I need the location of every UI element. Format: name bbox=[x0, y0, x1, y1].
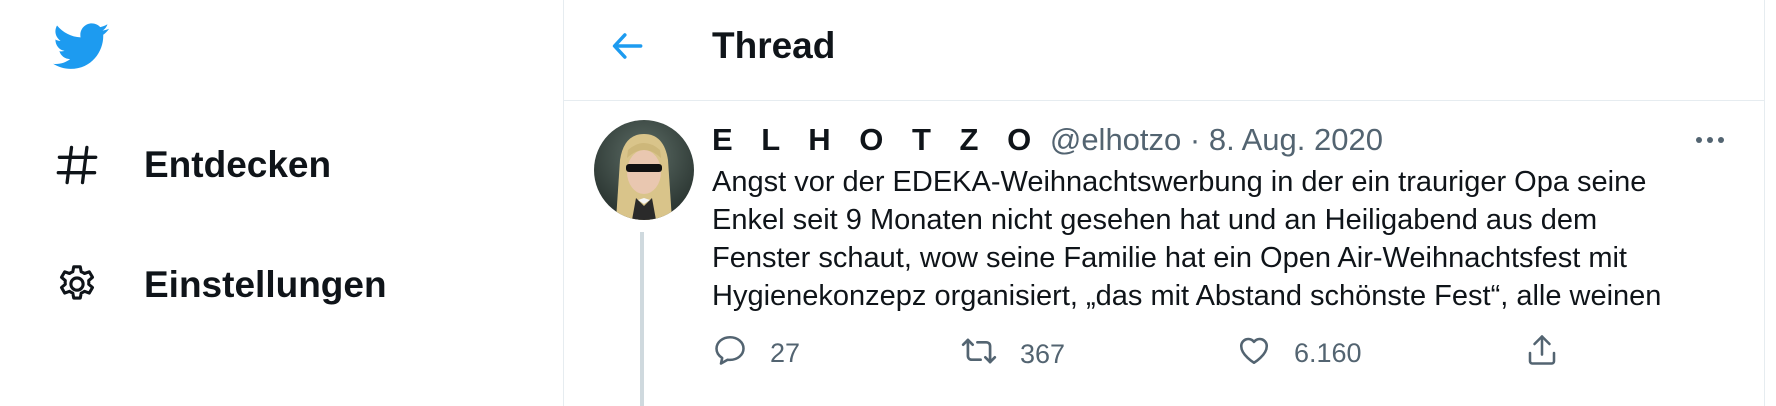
sidebar-item-label: Entdecken bbox=[144, 144, 332, 185]
like-count: 6.160 bbox=[1294, 338, 1362, 368]
thread-line bbox=[640, 232, 644, 406]
tweet-text-line: Enkel seit 9 Monaten nicht gesehen hat u… bbox=[712, 204, 1598, 236]
more-options-button[interactable] bbox=[1690, 120, 1730, 160]
share-icon bbox=[1524, 332, 1560, 375]
page-title: Thread bbox=[712, 25, 836, 66]
tweet-text-line: Fenster schaut, wow seine Familie hat ei… bbox=[712, 242, 1627, 274]
tweet-text-line: Hygienekonzepz organisiert, „das mit Abs… bbox=[712, 280, 1662, 312]
user-handle[interactable]: @elhotzo bbox=[1050, 122, 1181, 157]
gear-icon bbox=[52, 260, 102, 310]
back-button[interactable] bbox=[604, 24, 652, 72]
tweet-text-line: Angst vor der EDEKA-Weihnachtswerbung in… bbox=[712, 166, 1647, 198]
tweet-date[interactable]: 8. Aug. 2020 bbox=[1209, 122, 1383, 157]
retweet-icon bbox=[960, 332, 998, 377]
hashtag-icon bbox=[52, 140, 102, 190]
retweet-count: 367 bbox=[1020, 339, 1066, 369]
sidebar: Entdecken Einstellungen bbox=[0, 0, 563, 406]
header-divider bbox=[564, 100, 1764, 101]
arrow-left-icon bbox=[609, 27, 647, 70]
tweet-header: E L H O T Z O @elhotzo · 8. Aug. 2020 bbox=[712, 122, 1383, 158]
sidebar-item-label: Einstellungen bbox=[144, 264, 387, 305]
like-button[interactable]: 6.160 bbox=[1236, 332, 1362, 375]
separator-dot: · bbox=[1189, 122, 1201, 157]
reply-icon bbox=[712, 332, 748, 375]
sidebar-item-explore[interactable]: Entdecken bbox=[52, 140, 331, 190]
reply-button[interactable]: 27 bbox=[712, 332, 800, 375]
share-button[interactable] bbox=[1524, 332, 1560, 375]
twitter-bird-icon[interactable] bbox=[52, 18, 112, 74]
heart-icon bbox=[1236, 332, 1272, 375]
display-name[interactable]: E L H O T Z O bbox=[712, 122, 1041, 157]
reply-count: 27 bbox=[770, 338, 801, 368]
thread-header: Thread bbox=[564, 0, 1764, 100]
more-icon bbox=[1695, 131, 1725, 149]
avatar[interactable] bbox=[594, 120, 694, 220]
tweet-text: Angst vor der EDEKA-Weihnachtswerbung in… bbox=[712, 163, 1752, 315]
column-divider bbox=[1764, 0, 1765, 406]
retweet-button[interactable]: 367 bbox=[960, 332, 1065, 377]
sidebar-item-settings[interactable]: Einstellungen bbox=[52, 260, 387, 310]
